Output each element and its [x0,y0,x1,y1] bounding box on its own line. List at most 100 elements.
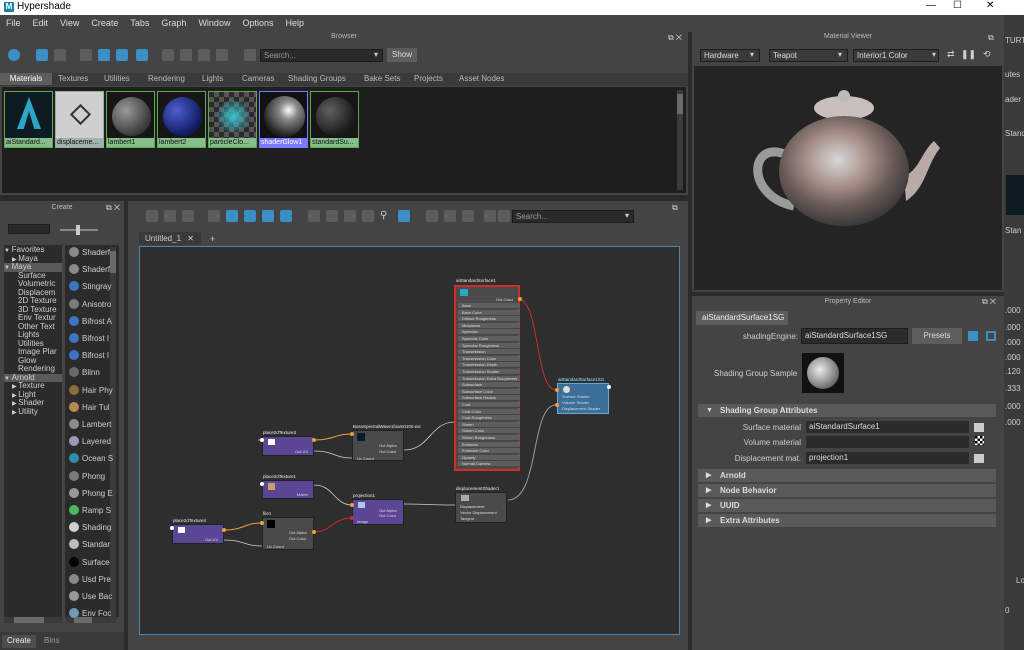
section-shading-group-attributes[interactable]: ▼ Shading Group Attributes [698,404,996,417]
section-uuid[interactable]: ▶ UUID [698,499,996,512]
teapot-preview [753,90,940,226]
chevron-down-icon[interactable]: ▾ [750,50,754,59]
shader-icon [69,505,79,515]
section-extra-attributes[interactable]: ▶ Extra Attributes [698,514,996,527]
map-button-icon[interactable] [974,454,984,463]
node-type-item[interactable]: Phong [66,469,116,485]
port [312,530,316,534]
shader-icon [69,350,79,361]
section-label: Extra Attributes [720,516,780,525]
node-type-label: Ocean S [82,454,114,464]
node-type-item[interactable]: Hair Phy [66,383,116,399]
refresh-icon[interactable]: ⟲ [983,49,991,60]
shader-icon [69,419,79,429]
teapot-knob [838,90,850,102]
chevron-down-icon: ▼ [706,407,713,414]
shader-icon [69,367,79,378]
port [260,438,264,442]
section-node-behavior[interactable]: ▶ Node Behavior [698,484,996,497]
background-app-edge: TURT utes ader Stand Stan .000 .000 .000… [1004,15,1024,650]
port [260,521,264,525]
node-type-label: Layered [82,437,111,447]
environment-settings-icon[interactable]: ⇄ [947,49,955,60]
select-node-icon[interactable] [968,331,978,341]
node-type-item[interactable]: Use Bac [66,589,116,605]
teapot-spout [904,141,940,201]
node-type-item[interactable]: Anisotro [66,297,116,313]
viewer-header: Material Viewer [823,33,873,40]
node-type-item[interactable]: Shaderf [66,262,116,278]
pause-icon[interactable]: ❚❚ [961,49,976,60]
node-type-item[interactable]: Hair Tul [66,400,116,416]
displacement-material-field[interactable]: projection1 [806,452,969,464]
chevron-right-icon: ▶ [706,487,712,494]
shader-icon [69,247,79,257]
node-type-label: Lambert [82,420,112,429]
node-type-label: Use Bac [82,592,113,601]
node-type-item[interactable]: Phong E [66,486,116,502]
chevron-down-icon[interactable]: ▾ [932,50,936,59]
node-type-item[interactable]: Ocean S [66,451,116,467]
section-arnold[interactable]: ▶ Arnold [698,469,996,482]
node-type-label: Blinn [82,368,100,378]
node-type-label: Anisotro [82,299,112,309]
edge-value: .000 [1005,353,1021,362]
node-type-item[interactable]: Ramp S [66,503,116,519]
node-type-label: Env Foc [82,609,112,619]
environment-select[interactable]: Interior1 Color [853,49,939,62]
section-label: UUID [720,501,740,510]
material-viewer-panel: Material Viewer Hardware ▾ Teapot ▾ Inte… [692,32,1004,292]
node-type-item[interactable]: Bifrost A [66,314,116,330]
edge-value: .000 [1005,306,1021,315]
shader-icon [69,436,79,447]
presets-button[interactable]: Presets [912,328,962,344]
viewer-render-area[interactable] [694,66,1002,290]
node-type-item[interactable]: Shading [66,520,116,536]
shape-select[interactable]: Teapot [769,49,848,62]
node-type-item[interactable]: Standar [66,537,116,553]
node-type-item[interactable]: Stingray [66,279,116,295]
checker-map-icon[interactable] [975,436,984,445]
port [170,526,174,530]
node-type-item[interactable]: Usd Pre [66,572,116,588]
edge-value: .000 [1005,323,1021,332]
node-type-item[interactable]: Bifrost I [66,348,116,364]
edge-value: .000 [1005,402,1021,411]
shader-icon [69,608,79,619]
viewer-float-icon[interactable]: ⧉ [988,33,994,43]
shader-icon [69,573,79,584]
map-button-icon[interactable] [974,423,984,432]
node-type-label: Bifrost I [82,351,110,361]
node-type-label: Bifrost I [82,334,110,343]
property-tab[interactable]: aiStandardSurface1SG [696,311,788,325]
port [555,403,559,407]
port [607,385,611,389]
copy-tab-icon[interactable] [986,331,996,341]
node-type-item[interactable]: Blinn [66,365,116,381]
volume-material-field[interactable] [806,436,969,448]
shading-engine-label: shadingEngine: [742,332,798,341]
node-type-item[interactable]: Env Foc [66,606,116,622]
node-type-label: Standar [82,540,111,550]
node-type-item[interactable]: Lambert [66,417,116,433]
property-float-icon[interactable]: ⧉ ✕ [982,297,996,307]
node-type-label: Phong E [82,488,113,498]
shading-engine-field[interactable]: aiStandardSurface1SG [801,328,908,344]
node-type-item[interactable]: Surface [66,555,116,571]
chevron-down-icon[interactable]: ▾ [838,50,842,59]
surface-material-field[interactable]: aiStandardSurface1 [806,421,969,433]
node-type-item[interactable]: Bifrost I [66,331,116,347]
port [518,297,522,301]
chevron-right-icon: ▶ [706,472,712,479]
shader-icon [69,453,79,464]
port [350,516,354,520]
shader-icon [69,264,79,275]
shader-icon [69,487,79,498]
edge-value: .000 [1005,418,1021,427]
node-type-label: Shading [82,523,112,533]
teapot-body [779,116,909,226]
node-type-item[interactable]: Layered [66,434,116,450]
shader-icon [69,315,79,326]
node-type-item[interactable]: Shaderf [66,245,116,261]
attr-label-surface: Surface material [742,423,801,432]
